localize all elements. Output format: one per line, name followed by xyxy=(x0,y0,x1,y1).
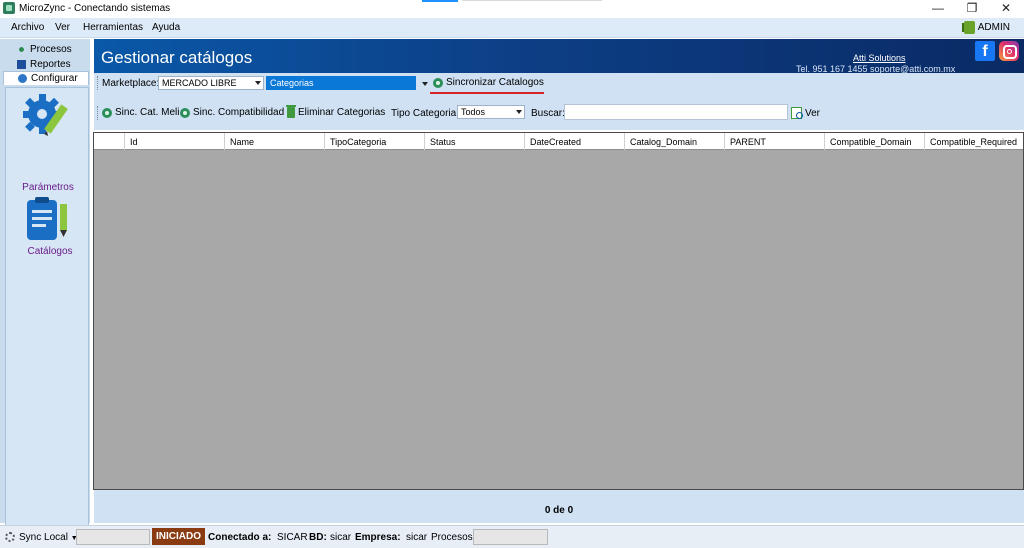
instagram-icon[interactable] xyxy=(999,41,1019,61)
progress-box xyxy=(76,529,150,545)
pager: 0 de 0 xyxy=(94,490,1024,523)
trash-icon xyxy=(286,105,296,118)
chevron-down-icon xyxy=(516,110,522,114)
processes-icon xyxy=(17,44,26,54)
facebook-icon[interactable]: f xyxy=(975,41,995,61)
menu-ayuda[interactable]: Ayuda xyxy=(152,22,180,33)
marketplace-value: MERCADO LIBRE xyxy=(162,78,237,88)
company-link[interactable]: Atti Solutions xyxy=(853,53,906,63)
page-header: Gestionar catálogos Atti Solutions Tel. … xyxy=(94,39,1024,74)
marketplace-select[interactable]: MERCADO LIBRE xyxy=(158,76,264,90)
tab-configurar[interactable]: Configurar xyxy=(3,71,89,85)
minimize-button[interactable]: — xyxy=(921,0,955,18)
sync-compatibility-label: Sinc. Compatibilidad xyxy=(193,107,285,118)
clipboard-pencil-icon[interactable] xyxy=(24,196,70,242)
search-input[interactable] xyxy=(564,104,788,120)
tab-procesos[interactable]: Procesos xyxy=(3,42,89,56)
toolbar-grip[interactable] xyxy=(97,76,99,90)
processes-box xyxy=(473,529,548,545)
sync-eye-icon xyxy=(433,77,443,88)
user-menu[interactable]: ADMIN xyxy=(961,20,1010,35)
column-id[interactable]: Id xyxy=(125,133,225,150)
sync-local-label: Sync Local xyxy=(19,532,68,543)
catalog-type-select[interactable]: Categorias xyxy=(266,76,416,90)
search-label: Buscar: xyxy=(531,108,565,119)
column-parent[interactable]: PARENT xyxy=(725,133,825,150)
page-count: 0 de 0 xyxy=(544,505,574,516)
page-title: Gestionar catálogos xyxy=(101,48,253,67)
connected-label: Conectado a: xyxy=(208,532,272,543)
menu-bar: Archivo Ver Herramientas Ayuda ADMIN xyxy=(0,18,1024,38)
sync-catalogs-button[interactable]: Sincronizar Catalogos xyxy=(433,77,544,88)
company-label: Empresa: xyxy=(355,532,401,543)
status-badge: INICIADO xyxy=(152,528,205,545)
sync-meli-button[interactable]: Sinc. Cat. Meli xyxy=(102,107,179,118)
marketplace-toolbar: Marketplace: MERCADO LIBRE Categorias Si… xyxy=(94,73,1024,94)
chevron-down-icon xyxy=(255,81,261,85)
column-compatible-domain[interactable]: Compatible_Domain xyxy=(825,133,925,150)
connected-value: SICAR xyxy=(277,532,308,543)
category-type-select[interactable]: Todos xyxy=(457,105,525,119)
user-name: ADMIN xyxy=(977,22,1010,33)
catalog-grid[interactable]: Id Name TipoCategoria Status DateCreated… xyxy=(93,132,1024,490)
marketplace-label: Marketplace: xyxy=(102,78,160,89)
processes-label: Procesos xyxy=(431,532,473,543)
view-search-icon xyxy=(791,107,803,119)
db-label: BD: xyxy=(309,532,327,543)
column-datecreated[interactable]: DateCreated xyxy=(525,133,625,150)
menu-archivo[interactable]: Archivo xyxy=(11,22,44,33)
sync-catalogs-label: Sincronizar Catalogos xyxy=(446,77,544,88)
column-tipocategoria[interactable]: TipoCategoria xyxy=(325,133,425,150)
view-button[interactable]: Ver xyxy=(791,107,820,119)
category-type-label: Tipo Categoria: xyxy=(391,108,459,119)
tab-configurar-label: Configurar xyxy=(31,73,78,84)
gear-pencil-icon[interactable] xyxy=(20,90,72,140)
user-book-icon xyxy=(961,21,975,34)
title-divider xyxy=(462,0,602,1)
parametros-label[interactable]: Parámetros xyxy=(6,182,90,193)
sync-eye-icon xyxy=(180,107,190,118)
sidebar: Procesos Reportes Configurar Parámetros xyxy=(0,39,90,548)
sync-eye-icon xyxy=(102,107,112,118)
configure-icon xyxy=(18,74,27,83)
db-value: sicar xyxy=(330,532,352,543)
category-type-value: Todos xyxy=(461,107,486,117)
window-title: MicroZync - Conectando sistemas xyxy=(19,3,171,14)
tab-reportes-label: Reportes xyxy=(30,58,71,70)
status-bar: Sync Local ▼ INICIADO Conectado a: SICAR… xyxy=(0,525,1024,548)
sync-local-dropdown[interactable]: Sync Local ▼ xyxy=(19,532,78,543)
column-status[interactable]: Status xyxy=(425,133,525,150)
sidebar-panel: Parámetros Catálogos xyxy=(5,87,89,548)
title-accent xyxy=(422,0,458,2)
company-value: sicar xyxy=(406,532,428,543)
delete-categories-label: Eliminar Categorias xyxy=(298,107,386,118)
app-icon xyxy=(3,2,15,14)
restore-button[interactable]: ❐ xyxy=(955,0,989,18)
menu-herramientas[interactable]: Herramientas xyxy=(83,22,143,33)
chevron-down-icon[interactable] xyxy=(422,82,428,86)
grid-header: Id Name TipoCategoria Status DateCreated… xyxy=(94,133,1023,150)
actions-toolbar: Sinc. Cat. Meli Sinc. Compatibilidad Eli… xyxy=(94,94,1024,130)
catalog-type-value: Categorias xyxy=(270,78,314,88)
grid-header-selector[interactable] xyxy=(94,133,125,150)
sync-spinner-icon xyxy=(5,532,15,542)
tab-procesos-label: Procesos xyxy=(30,43,72,55)
column-name[interactable]: Name xyxy=(225,133,325,150)
toolbar-grip[interactable] xyxy=(97,106,99,120)
tab-reportes[interactable]: Reportes xyxy=(3,57,89,71)
reports-icon xyxy=(17,59,26,69)
view-label: Ver xyxy=(805,107,821,119)
sync-compatibility-button[interactable]: Sinc. Compatibilidad xyxy=(180,107,284,118)
sync-meli-label: Sinc. Cat. Meli xyxy=(115,107,180,118)
menu-ver[interactable]: Ver xyxy=(55,22,70,33)
title-bar: MicroZync - Conectando sistemas — ❐ ✕ xyxy=(0,0,1024,18)
delete-categories-button[interactable]: Eliminar Categorias xyxy=(286,105,386,118)
column-compatible-required[interactable]: Compatible_Required xyxy=(925,133,1023,150)
column-catalog-domain[interactable]: Catalog_Domain xyxy=(625,133,725,150)
catalogos-label[interactable]: Catálogos xyxy=(6,246,94,257)
close-button[interactable]: ✕ xyxy=(989,0,1023,18)
